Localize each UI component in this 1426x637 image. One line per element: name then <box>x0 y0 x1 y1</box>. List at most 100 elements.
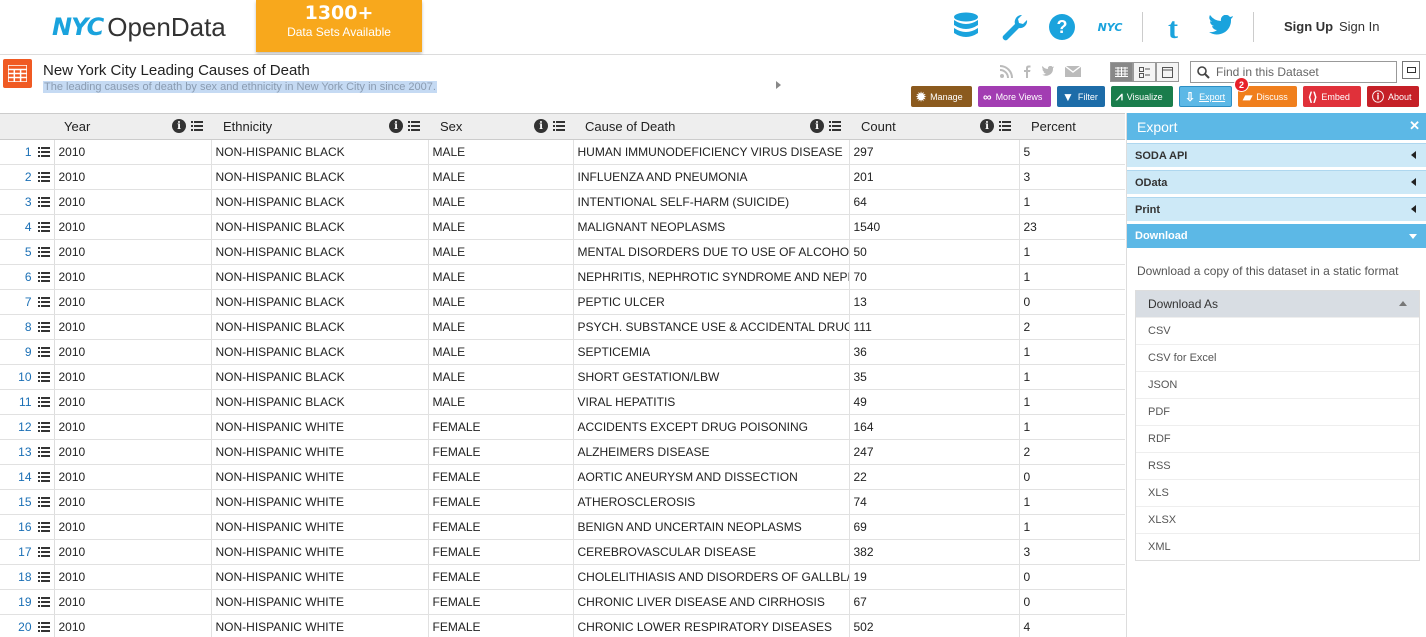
section-print[interactable]: Print <box>1127 197 1426 221</box>
section-odata[interactable]: OData <box>1127 170 1426 194</box>
cell-ethnicity[interactable]: NON-HISPANIC WHITE <box>211 539 429 565</box>
row-menu-icon[interactable] <box>37 322 50 332</box>
cell-count[interactable]: 49 <box>849 389 1020 415</box>
cell-year[interactable]: 2010 <box>54 314 212 340</box>
cell-sex[interactable]: FEMALE <box>428 564 574 590</box>
row-menu-icon[interactable] <box>37 172 50 182</box>
column-info-icon[interactable]: i <box>389 119 403 133</box>
table-view-icon[interactable] <box>1110 62 1133 82</box>
cell-year[interactable]: 2010 <box>54 289 212 315</box>
embed-button[interactable]: ⟨⟩ Embed <box>1303 86 1361 107</box>
column-header-year[interactable]: Year i <box>54 114 211 140</box>
cell-count[interactable]: 201 <box>849 164 1020 190</box>
cell-year[interactable]: 2010 <box>54 464 212 490</box>
column-menu-icon[interactable] <box>553 121 565 131</box>
cell-count[interactable]: 70 <box>849 264 1020 290</box>
download-format-item[interactable]: RDF <box>1136 425 1419 452</box>
download-format-item[interactable]: XLS <box>1136 479 1419 506</box>
twitter-icon[interactable] <box>1205 11 1237 43</box>
row-number[interactable]: 1 <box>0 139 55 165</box>
cell-cause-of-death[interactable]: HUMAN IMMUNODEFICIENCY VIRUS DISEASE <box>573 139 850 165</box>
cell-year[interactable]: 2010 <box>54 364 212 390</box>
cell-cause-of-death[interactable]: CHRONIC LIVER DISEASE AND CIRRHOSIS <box>573 589 850 615</box>
about-button[interactable]: ⓘ About <box>1367 86 1419 107</box>
section-download[interactable]: Download <box>1127 224 1426 248</box>
column-menu-icon[interactable] <box>999 121 1011 131</box>
cell-ethnicity[interactable]: NON-HISPANIC BLACK <box>211 189 429 215</box>
cell-percent[interactable]: 1 <box>1019 414 1125 440</box>
cell-count[interactable]: 13 <box>849 289 1020 315</box>
row-number[interactable]: 2 <box>0 164 55 190</box>
row-number[interactable]: 7 <box>0 289 55 315</box>
download-format-item[interactable]: RSS <box>1136 452 1419 479</box>
row-number[interactable]: 12 <box>0 414 55 440</box>
download-format-item[interactable]: XLSX <box>1136 506 1419 533</box>
cell-count[interactable]: 297 <box>849 139 1020 165</box>
cell-ethnicity[interactable]: NON-HISPANIC BLACK <box>211 289 429 315</box>
table-row[interactable]: 19 2010 NON-HISPANIC WHITE FEMALE CHRONIC LI… <box>0 589 1125 615</box>
cell-cause-of-death[interactable]: ALZHEIMERS DISEASE <box>573 439 850 465</box>
cell-cause-of-death[interactable]: CHRONIC LOWER RESPIRATORY DISEASES <box>573 614 850 637</box>
cell-count[interactable]: 35 <box>849 364 1020 390</box>
cell-count[interactable]: 19 <box>849 564 1020 590</box>
cell-ethnicity[interactable]: NON-HISPANIC BLACK <box>211 239 429 265</box>
table-row[interactable]: 11 2010 NON-HISPANIC BLACK MALE VIRAL HEPATI… <box>0 389 1125 415</box>
cell-count[interactable]: 164 <box>849 414 1020 440</box>
row-number[interactable]: 17 <box>0 539 55 565</box>
cell-count[interactable]: 36 <box>849 339 1020 365</box>
table-row[interactable]: 10 2010 NON-HISPANIC BLACK MALE SHORT GESTAT… <box>0 364 1125 390</box>
cell-percent[interactable]: 2 <box>1019 314 1125 340</box>
cell-year[interactable]: 2010 <box>54 439 212 465</box>
cell-percent[interactable]: 3 <box>1019 539 1125 565</box>
cell-percent[interactable]: 1 <box>1019 189 1125 215</box>
expand-description-icon[interactable] <box>776 81 781 89</box>
wrench-icon[interactable] <box>998 11 1030 43</box>
cell-ethnicity[interactable]: NON-HISPANIC BLACK <box>211 164 429 190</box>
row-number[interactable]: 11 <box>0 389 55 415</box>
cell-sex[interactable]: FEMALE <box>428 414 574 440</box>
database-icon[interactable] <box>950 11 982 43</box>
cell-ethnicity[interactable]: NON-HISPANIC BLACK <box>211 389 429 415</box>
cell-year[interactable]: 2010 <box>54 214 212 240</box>
email-icon[interactable] <box>1065 66 1081 77</box>
cell-cause-of-death[interactable]: VIRAL HEPATITIS <box>573 389 850 415</box>
twitter-share-icon[interactable] <box>1041 65 1055 78</box>
cell-count[interactable]: 69 <box>849 514 1020 540</box>
cell-ethnicity[interactable]: NON-HISPANIC BLACK <box>211 264 429 290</box>
cell-sex[interactable]: FEMALE <box>428 614 574 637</box>
table-row[interactable]: 15 2010 NON-HISPANIC WHITE FEMALE ATHEROSCLE… <box>0 489 1125 515</box>
cell-ethnicity[interactable]: NON-HISPANIC WHITE <box>211 614 429 637</box>
download-format-item[interactable]: CSV <box>1136 317 1419 344</box>
cell-cause-of-death[interactable]: NEPHRITIS, NEPHROTIC SYNDROME AND NEPI <box>573 264 850 290</box>
cell-ethnicity[interactable]: NON-HISPANIC BLACK <box>211 364 429 390</box>
row-number[interactable]: 14 <box>0 464 55 490</box>
cell-percent[interactable]: 0 <box>1019 289 1125 315</box>
row-menu-icon[interactable] <box>37 597 50 607</box>
cell-percent[interactable]: 1 <box>1019 339 1125 365</box>
table-row[interactable]: 6 2010 NON-HISPANIC BLACK MALE NEPHRITIS, NE… <box>0 264 1125 290</box>
datasets-promo-banner[interactable]: 1300+ Data Sets Available <box>256 0 422 52</box>
column-menu-icon[interactable] <box>408 121 420 131</box>
cell-sex[interactable]: FEMALE <box>428 514 574 540</box>
table-row[interactable]: 14 2010 NON-HISPANIC WHITE FEMALE AORTIC ANE… <box>0 464 1125 490</box>
cell-count[interactable]: 1540 <box>849 214 1020 240</box>
cell-count[interactable]: 111 <box>849 314 1020 340</box>
download-format-item[interactable]: CSV for Excel <box>1136 344 1419 371</box>
cell-count[interactable]: 50 <box>849 239 1020 265</box>
cell-percent[interactable]: 0 <box>1019 464 1125 490</box>
column-info-icon[interactable]: i <box>810 119 824 133</box>
row-menu-icon[interactable] <box>37 497 50 507</box>
cell-sex[interactable]: FEMALE <box>428 439 574 465</box>
row-menu-icon[interactable] <box>37 197 50 207</box>
cell-year[interactable]: 2010 <box>54 514 212 540</box>
nyc-opendata-logo[interactable]: NYC OpenData <box>52 12 226 42</box>
row-menu-icon[interactable] <box>37 447 50 457</box>
row-menu-icon[interactable] <box>37 522 50 532</box>
column-info-icon[interactable]: i <box>534 119 548 133</box>
row-menu-icon[interactable] <box>37 147 50 157</box>
row-menu-icon[interactable] <box>37 422 50 432</box>
row-number[interactable]: 6 <box>0 264 55 290</box>
cell-count[interactable]: 382 <box>849 539 1020 565</box>
table-row[interactable]: 17 2010 NON-HISPANIC WHITE FEMALE CEREBROVAS… <box>0 539 1125 565</box>
cell-year[interactable]: 2010 <box>54 139 212 165</box>
